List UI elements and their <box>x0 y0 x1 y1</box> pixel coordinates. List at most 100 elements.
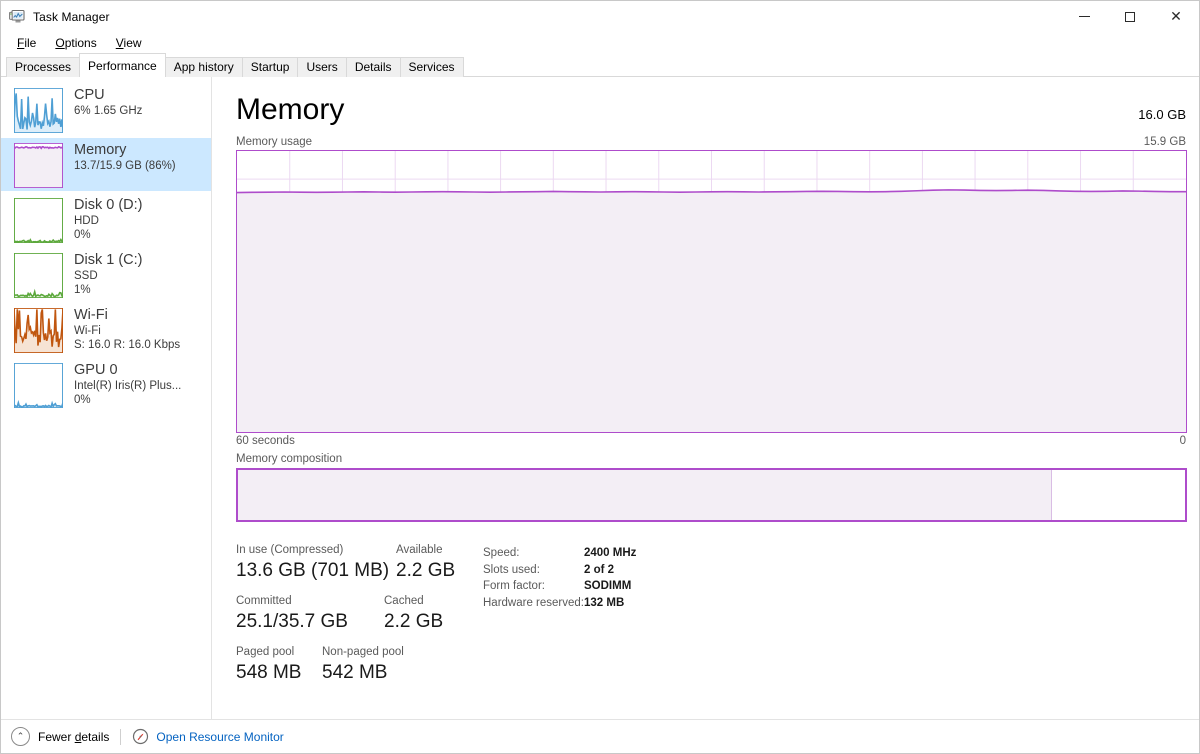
sidebar-text-wifi: Wi-FiWi-FiS: 16.0 R: 16.0 Kbps <box>74 307 180 352</box>
non-paged-pool-value: 542 MB <box>322 660 404 686</box>
sidebar-text-memory: Memory13.7/15.9 GB (86%) <box>74 142 176 173</box>
sidebar-item-disk-1[interactable]: Disk 1 (C:)SSD1% <box>1 248 211 301</box>
counter-committed: Committed 25.1/35.7 GB <box>236 594 384 635</box>
tab-processes[interactable]: Processes <box>6 57 80 77</box>
memory-panel: Memory 16.0 GB Memory usage 15.9 GB 60 s… <box>212 77 1199 719</box>
sidebar-item-gpu-0[interactable]: GPU 0Intel(R) Iris(R) Plus...0% <box>1 358 211 411</box>
graph-caption: Memory usage <box>236 136 312 148</box>
menu-item-file-rest: ile <box>24 36 36 50</box>
menu-item-file[interactable]: File <box>9 34 45 52</box>
memory-usage-graph[interactable] <box>236 150 1187 433</box>
tab-details[interactable]: Details <box>346 57 401 77</box>
sidebar-item-detail: SSD <box>74 269 142 283</box>
paged-pool-label: Paged pool <box>236 645 322 660</box>
hardware-info-key: Hardware reserved: <box>483 595 584 612</box>
tab-services[interactable]: Services <box>400 57 464 77</box>
axis-label-right: 0 <box>1180 435 1186 447</box>
memory-composition-bar[interactable] <box>236 468 1187 522</box>
hardware-info-value: SODIMM <box>584 578 631 595</box>
content-area: CPU6% 1.65 GHzMemory13.7/15.9 GB (86%)Di… <box>1 77 1199 719</box>
sidebar-text-cpu: CPU6% 1.65 GHz <box>74 87 142 118</box>
counter-paged-pool: Paged pool 548 MB <box>236 645 322 686</box>
counter-row-2: Committed 25.1/35.7 GB Cached 2.2 GB <box>236 594 474 635</box>
chevron-up-icon[interactable]: ⌃ <box>11 727 30 746</box>
graph-header: Memory usage 15.9 GB <box>236 136 1187 148</box>
sidebar-thumbnail-disk-0 <box>14 198 63 243</box>
graph-axis-labels: 60 seconds 0 <box>236 435 1187 447</box>
tab-performance[interactable]: Performance <box>79 53 166 77</box>
sidebar-item-metric: 1% <box>74 283 142 297</box>
menu-item-view-rest: iew <box>124 36 142 50</box>
sidebar-item-label: Disk 1 (C:) <box>74 252 142 269</box>
counter-row-1: In use (Compressed) 13.6 GB (701 MB) Ava… <box>236 543 474 584</box>
hardware-info-row: Hardware reserved:132 MB <box>483 595 636 612</box>
sidebar-item-memory[interactable]: Memory13.7/15.9 GB (86%) <box>1 138 211 191</box>
sidebar-text-gpu-0: GPU 0Intel(R) Iris(R) Plus...0% <box>74 362 181 407</box>
window-controls: ✕ <box>1061 1 1199 32</box>
counter-available: Available 2.2 GB <box>396 543 455 584</box>
minimize-button[interactable] <box>1061 1 1107 32</box>
committed-label: Committed <box>236 594 384 609</box>
sidebar-item-label: CPU <box>74 87 142 104</box>
sidebar-text-disk-0: Disk 0 (D:)HDD0% <box>74 197 142 242</box>
menu-bar: File Options View <box>1 32 1199 53</box>
tab-users[interactable]: Users <box>297 57 346 77</box>
sidebar-thumbnail-wifi <box>14 308 63 353</box>
available-label: Available <box>396 543 455 558</box>
cached-value: 2.2 GB <box>384 609 443 635</box>
hardware-info-key: Form factor: <box>483 578 584 595</box>
hardware-info-key: Slots used: <box>483 562 584 579</box>
menu-item-options-rest: ptions <box>65 36 97 50</box>
menu-item-view[interactable]: View <box>108 34 151 52</box>
sidebar-item-detail: HDD <box>74 214 142 228</box>
status-divider <box>120 729 121 745</box>
hardware-info-row: Form factor:SODIMM <box>483 578 636 595</box>
memory-statistics: In use (Compressed) 13.6 GB (701 MB) Ava… <box>236 543 1187 696</box>
sidebar-item-wifi[interactable]: Wi-FiWi-FiS: 16.0 R: 16.0 Kbps <box>1 303 211 356</box>
maximize-icon <box>1125 12 1135 22</box>
menu-item-options[interactable]: Options <box>47 34 105 52</box>
resource-monitor-icon <box>132 728 149 745</box>
sidebar-item-label: Disk 0 (D:) <box>74 197 142 214</box>
sidebar-thumbnail-gpu-0 <box>14 363 63 408</box>
tab-app-history[interactable]: App history <box>165 57 243 77</box>
composition-available-segment <box>1052 470 1185 520</box>
paged-pool-value: 548 MB <box>236 660 322 686</box>
tab-strip: ProcessesPerformanceApp historyStartupUs… <box>1 53 1199 77</box>
hardware-info-value: 132 MB <box>584 595 624 612</box>
memory-counters: In use (Compressed) 13.6 GB (701 MB) Ava… <box>236 543 474 696</box>
sidebar-item-label: GPU 0 <box>74 362 181 379</box>
fewer-details-button[interactable]: Fewer details <box>38 730 109 744</box>
sidebar-item-detail: 13.7/15.9 GB (86%) <box>74 159 176 173</box>
hardware-info-key: Speed: <box>483 545 584 562</box>
counter-in-use: In use (Compressed) 13.6 GB (701 MB) <box>236 543 396 584</box>
panel-header: Memory 16.0 GB <box>236 93 1187 127</box>
graph-max-value: 15.9 GB <box>1144 136 1186 148</box>
maximize-button[interactable] <box>1107 1 1153 32</box>
page-title: Memory <box>236 93 344 127</box>
status-bar: ⌃ Fewer details Open Resource Monitor <box>1 719 1199 753</box>
sidebar-thumbnail-cpu <box>14 88 63 133</box>
sidebar-item-detail: 6% 1.65 GHz <box>74 104 142 118</box>
sidebar-item-label: Wi-Fi <box>74 307 180 324</box>
hardware-info-row: Speed:2400 MHz <box>483 545 636 562</box>
tab-startup[interactable]: Startup <box>242 57 299 77</box>
sidebar-item-detail: Intel(R) Iris(R) Plus... <box>74 379 181 393</box>
non-paged-pool-label: Non-paged pool <box>322 645 404 660</box>
open-resource-monitor-link[interactable]: Open Resource Monitor <box>156 730 283 744</box>
sidebar-item-metric: 0% <box>74 393 181 407</box>
sidebar-item-cpu[interactable]: CPU6% 1.65 GHz <box>1 83 211 136</box>
axis-label-left: 60 seconds <box>236 435 295 447</box>
close-button[interactable]: ✕ <box>1153 1 1199 32</box>
counter-row-3: Paged pool 548 MB Non-paged pool 542 MB <box>236 645 474 686</box>
committed-value: 25.1/35.7 GB <box>236 609 384 635</box>
composition-in-use-segment <box>238 470 1052 520</box>
counter-cached: Cached 2.2 GB <box>384 594 443 635</box>
memory-hardware-info: Speed:2400 MHzSlots used:2 of 2Form fact… <box>483 543 636 696</box>
close-icon: ✕ <box>1170 10 1182 24</box>
task-manager-window: Task Manager ✕ File Options View Process… <box>0 0 1200 754</box>
resource-sidebar: CPU6% 1.65 GHz Memory13.7/15.9 GB (86%) Di… <box>1 77 212 719</box>
sidebar-item-metric: 0% <box>74 228 142 242</box>
sidebar-item-metric: S: 16.0 R: 16.0 Kbps <box>74 338 180 352</box>
sidebar-item-disk-0[interactable]: Disk 0 (D:)HDD0% <box>1 193 211 246</box>
